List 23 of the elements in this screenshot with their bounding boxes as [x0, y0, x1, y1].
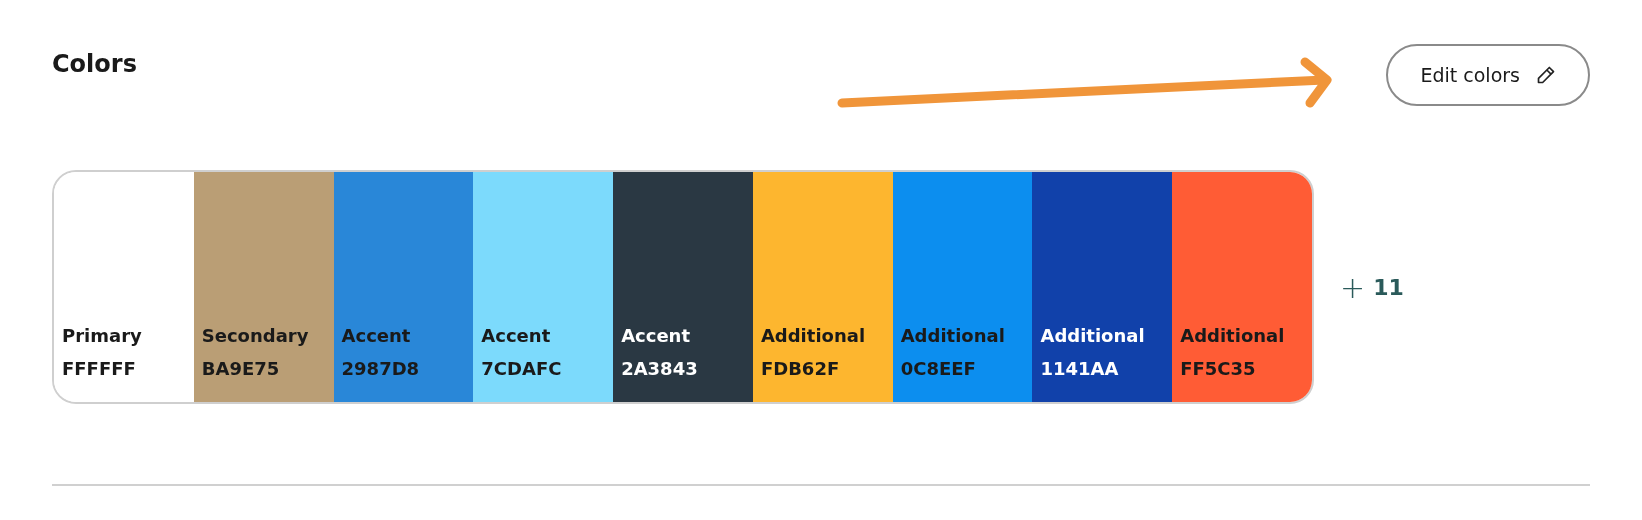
swatch-hex: FFFFFF	[62, 357, 137, 381]
swatch-hex: FDB62F	[760, 357, 841, 381]
swatch-hex: 2987D8	[341, 357, 421, 381]
swatch-hex: 2A3843	[621, 357, 699, 381]
section-title: Colors	[52, 49, 137, 80]
swatch-name: Secondary	[201, 324, 310, 348]
pencil-icon	[1536, 65, 1556, 85]
plus-sign: +	[1340, 268, 1366, 307]
more-count: 11	[1373, 273, 1404, 302]
swatch-name: Additional	[1180, 324, 1286, 348]
swatch-name: Accent	[481, 324, 552, 348]
swatch-name: Accent	[341, 324, 412, 348]
swatch-hex: FF5C35	[1180, 357, 1257, 381]
edit-colors-button[interactable]: Edit colors	[1386, 44, 1590, 106]
swatch-hex: 7CDAFC	[481, 357, 563, 381]
swatch-name: Additional	[760, 324, 867, 348]
swatch-hex: 0C8EEF	[900, 357, 977, 381]
swatch-name: Accent	[621, 324, 692, 348]
swatch-name: Additional	[900, 324, 1006, 348]
swatch-name: Primary	[62, 324, 143, 348]
swatch-hex: 1141AA	[1040, 357, 1120, 381]
swatch-name: Additional	[1040, 324, 1146, 348]
swatch-hex: BA9E75	[201, 357, 281, 381]
